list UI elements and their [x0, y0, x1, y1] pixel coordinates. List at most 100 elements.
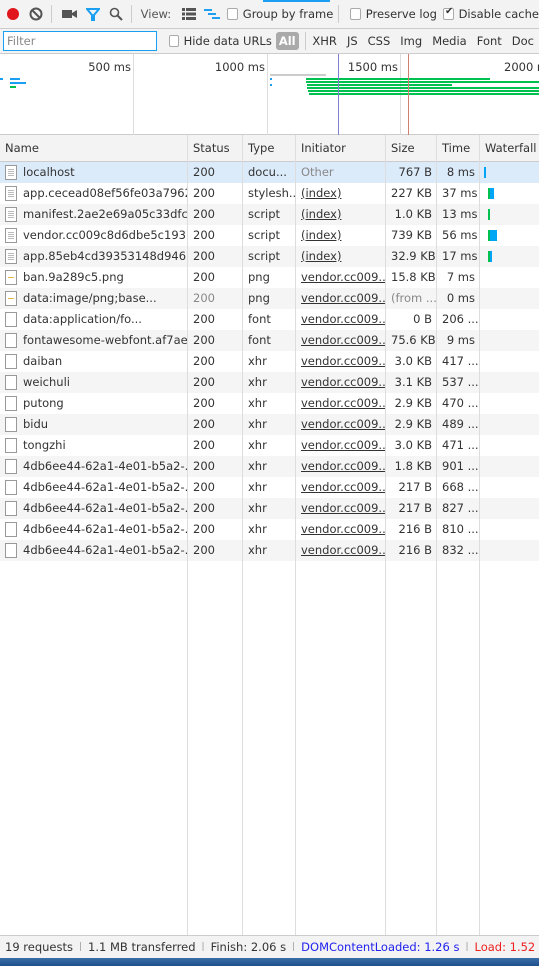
request-initiator[interactable]: (index)	[296, 246, 386, 267]
table-row[interactable]: 4db6ee44-62a1-4e01-b5a2-... 200 xhr vend…	[0, 519, 539, 540]
group-by-frame-label: Group by frame	[242, 7, 334, 21]
column-header-type[interactable]: Type	[243, 135, 296, 161]
table-row[interactable]: daiban 200 xhr vendor.cc009... 3.0 KB 41…	[0, 351, 539, 372]
table-row[interactable]: 4db6ee44-62a1-4e01-b5a2-... 200 xhr vend…	[0, 456, 539, 477]
column-header-name[interactable]: Name	[0, 135, 188, 161]
divider	[304, 32, 306, 50]
file-icon	[5, 417, 17, 432]
filter-img[interactable]: Img	[400, 34, 422, 48]
request-initiator[interactable]: vendor.cc009...	[296, 288, 386, 309]
search-icon[interactable]	[107, 3, 126, 25]
filter-doc[interactable]: Doc	[512, 34, 534, 48]
request-initiator[interactable]: vendor.cc009...	[296, 309, 386, 330]
table-row[interactable]: localhost 200 docu... Other 767 B 8 ms	[0, 162, 539, 183]
table-row[interactable]: 4db6ee44-62a1-4e01-b5a2-... 200 xhr vend…	[0, 477, 539, 498]
table-row[interactable]: fontawesome-webfont.af7ae... 200 font ve…	[0, 330, 539, 351]
filter-font[interactable]: Font	[477, 34, 502, 48]
table-row[interactable]: data:application/fo... 200 font vendor.c…	[0, 309, 539, 330]
request-initiator[interactable]: vendor.cc009...	[296, 498, 386, 519]
table-row[interactable]: putong 200 xhr vendor.cc009... 2.9 KB 47…	[0, 393, 539, 414]
request-type: script	[248, 249, 281, 263]
request-name[interactable]: 4db6ee44-62a1-4e01-b5a2-...	[18, 456, 188, 477]
filter-all-button[interactable]: All	[275, 32, 299, 50]
waterfall-view-icon[interactable]	[202, 3, 221, 25]
request-size: 0 B	[413, 312, 432, 326]
table-row[interactable]: tongzhi 200 xhr vendor.cc009... 3.0 KB 4…	[0, 435, 539, 456]
table-row[interactable]: 4db6ee44-62a1-4e01-b5a2-... 200 xhr vend…	[0, 540, 539, 561]
request-name[interactable]: bidu	[18, 414, 188, 435]
filter-js[interactable]: JS	[347, 34, 358, 48]
request-initiator[interactable]: vendor.cc009...	[296, 456, 386, 477]
table-row[interactable]: manifest.2ae2e69a05c33dfc... 200 script …	[0, 204, 539, 225]
request-status: 200	[193, 186, 215, 200]
request-initiator[interactable]: vendor.cc009...	[296, 330, 386, 351]
record-icon[interactable]	[4, 3, 23, 25]
request-initiator[interactable]: (index)	[296, 204, 386, 225]
table-row[interactable]: app.85eb4cd39353148d946... 200 script (i…	[0, 246, 539, 267]
request-name[interactable]: daiban	[18, 351, 188, 372]
column-header-initiator[interactable]: Initiator	[296, 135, 386, 161]
request-name[interactable]: manifest.2ae2e69a05c33dfc...	[18, 204, 188, 225]
request-type: font	[248, 312, 271, 326]
disable-cache-checkbox[interactable]	[442, 6, 454, 20]
request-size: 216 B	[398, 543, 433, 557]
request-type: png	[248, 270, 270, 284]
request-name[interactable]: app.cecead08ef56fe03a7962...	[18, 183, 188, 204]
request-name[interactable]: tongzhi	[18, 435, 188, 456]
table-row[interactable]: weichuli 200 xhr vendor.cc009... 3.1 KB …	[0, 372, 539, 393]
request-initiator[interactable]: vendor.cc009...	[296, 435, 386, 456]
overview-bar	[307, 87, 539, 89]
request-name[interactable]: app.85eb4cd39353148d946...	[18, 246, 188, 267]
table-row[interactable]: app.cecead08ef56fe03a7962... 200 stylesh…	[0, 183, 539, 204]
table-row[interactable]: ban.9a289c5.png 200 png vendor.cc009... …	[0, 267, 539, 288]
list-view-icon[interactable]	[179, 3, 198, 25]
request-time: 470 ...	[442, 396, 479, 410]
column-header-waterfall[interactable]: Waterfall	[480, 135, 539, 161]
table-row[interactable]: bidu 200 xhr vendor.cc009... 2.9 KB 489 …	[0, 414, 539, 435]
request-initiator[interactable]: vendor.cc009...	[296, 414, 386, 435]
overview-bar	[0, 78, 3, 80]
request-initiator[interactable]: (index)	[296, 225, 386, 246]
request-name[interactable]: vendor.cc009c8d6dbe5c193...	[18, 225, 188, 246]
request-name[interactable]: localhost	[18, 162, 188, 183]
request-initiator[interactable]: vendor.cc009...	[296, 267, 386, 288]
filter-xhr[interactable]: XHR	[312, 34, 337, 48]
column-header-size[interactable]: Size	[386, 135, 437, 161]
request-name[interactable]: 4db6ee44-62a1-4e01-b5a2-...	[18, 519, 188, 540]
request-initiator[interactable]: vendor.cc009...	[296, 519, 386, 540]
clear-icon[interactable]	[27, 3, 46, 25]
request-time: 417 ...	[442, 354, 479, 368]
filter-input[interactable]	[3, 31, 157, 51]
request-name[interactable]: 4db6ee44-62a1-4e01-b5a2-...	[18, 477, 188, 498]
group-by-frame-checkbox[interactable]	[227, 8, 238, 20]
request-name[interactable]: fontawesome-webfont.af7ae...	[18, 330, 188, 351]
column-header-status[interactable]: Status	[188, 135, 243, 161]
filter-css[interactable]: CSS	[368, 34, 391, 48]
table-row[interactable]: 4db6ee44-62a1-4e01-b5a2-... 200 xhr vend…	[0, 498, 539, 519]
request-name[interactable]: weichuli	[18, 372, 188, 393]
request-name[interactable]: 4db6ee44-62a1-4e01-b5a2-...	[18, 540, 188, 561]
request-initiator[interactable]: vendor.cc009...	[296, 372, 386, 393]
request-name[interactable]: data:application/fo...	[18, 309, 188, 330]
request-name[interactable]: ban.9a289c5.png	[18, 267, 188, 288]
hide-data-urls-checkbox[interactable]	[169, 35, 179, 47]
request-initiator[interactable]: vendor.cc009...	[296, 393, 386, 414]
filter-icon[interactable]	[84, 3, 103, 25]
timeline-overview[interactable]: 500 ms 1000 ms 1500 ms 2000 ms	[0, 54, 539, 135]
overview-bar	[10, 82, 26, 84]
request-type: xhr	[248, 480, 267, 494]
table-row[interactable]: vendor.cc009c8d6dbe5c193... 200 script (…	[0, 225, 539, 246]
preserve-log-checkbox[interactable]	[350, 8, 361, 20]
request-initiator[interactable]: vendor.cc009...	[296, 477, 386, 498]
request-type: png	[248, 291, 270, 305]
filter-media[interactable]: Media	[432, 34, 467, 48]
request-name[interactable]: data:image/png;base...	[18, 288, 188, 309]
column-header-time[interactable]: Time	[437, 135, 480, 161]
request-name[interactable]: putong	[18, 393, 188, 414]
request-initiator[interactable]: vendor.cc009...	[296, 540, 386, 561]
request-name[interactable]: 4db6ee44-62a1-4e01-b5a2-...	[18, 498, 188, 519]
camera-icon[interactable]	[61, 3, 80, 25]
table-row[interactable]: data:image/png;base... 200 png vendor.cc…	[0, 288, 539, 309]
request-initiator[interactable]: vendor.cc009...	[296, 351, 386, 372]
request-initiator[interactable]: (index)	[296, 183, 386, 204]
